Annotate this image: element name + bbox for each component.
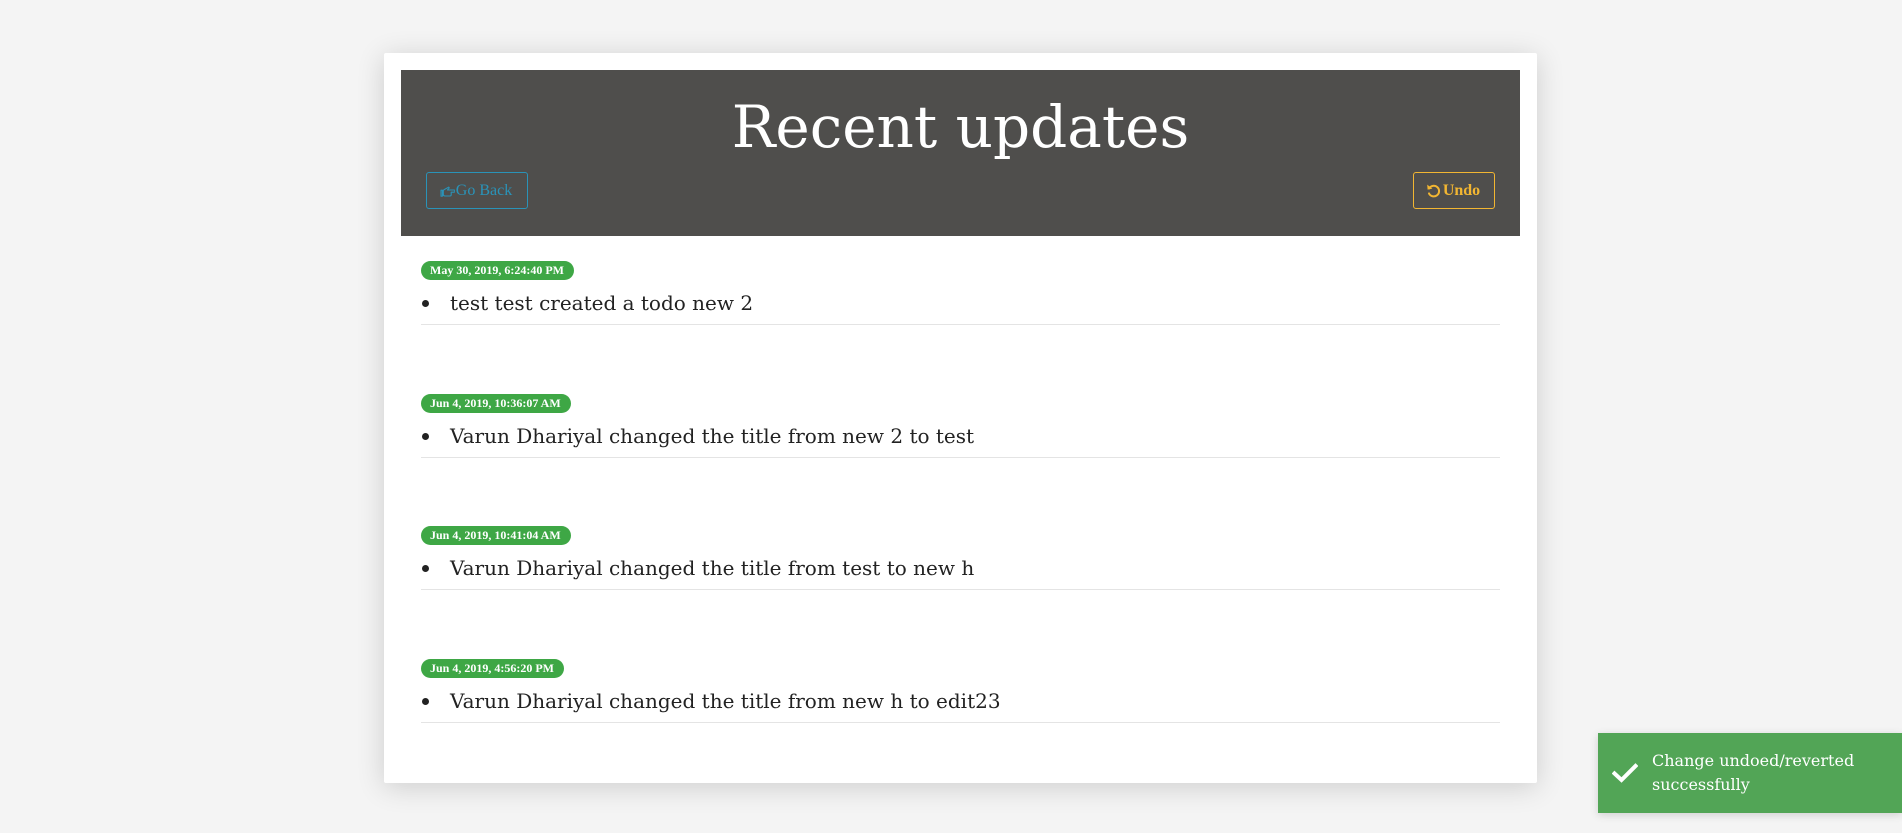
bullet-icon <box>422 432 429 440</box>
update-text: Varun Dhariyal changed the title from ne… <box>450 423 975 448</box>
update-entry: Jun 4, 2019, 10:36:07 AM Varun Dhariyal … <box>421 393 1500 527</box>
update-item: Varun Dhariyal changed the title from te… <box>421 555 974 581</box>
page-title: Recent updates <box>731 93 1190 161</box>
update-item: Varun Dhariyal changed the title from ne… <box>421 688 1001 714</box>
update-item: test test created a todo new 2 <box>421 290 753 316</box>
undo-icon <box>1426 183 1442 199</box>
update-bullet-list: Varun Dhariyal changed the title from ne… <box>421 423 974 449</box>
update-entry: May 30, 2019, 6:24:40 PM test test creat… <box>421 261 1500 394</box>
go-back-button[interactable]: Go Back <box>426 172 528 209</box>
timestamp-badge: May 30, 2019, 6:24:40 PM <box>421 261 574 280</box>
toast-message: Change undoed/reverted successfully <box>1652 751 1855 794</box>
updates-list: May 30, 2019, 6:24:40 PM test test creat… <box>421 261 1500 791</box>
update-text: Varun Dhariyal changed the title from ne… <box>450 688 1001 713</box>
divider <box>421 589 1500 590</box>
timestamp-badge: Jun 4, 2019, 4:56:20 PM <box>421 658 564 678</box>
update-item: Varun Dhariyal changed the title from ne… <box>421 423 974 449</box>
success-toast[interactable]: Change undoed/reverted successfully <box>1598 733 1902 813</box>
updates-card: Recent updates Go Back Undo May 30, 2019… <box>384 53 1537 783</box>
update-entry: Jun 4, 2019, 4:56:20 PM Varun Dhariyal c… <box>421 658 1500 792</box>
undo-button[interactable]: Undo <box>1413 172 1495 209</box>
hand-pointing-left-icon <box>440 184 455 198</box>
update-text: Varun Dhariyal changed the title from te… <box>450 556 975 580</box>
update-bullet-list: test test created a todo new 2 <box>421 290 753 316</box>
bullet-icon <box>422 565 429 572</box>
divider <box>421 456 1500 458</box>
timestamp-badge: Jun 4, 2019, 10:36:07 AM <box>421 393 571 413</box>
check-icon <box>1612 763 1646 783</box>
update-bullet-list: Varun Dhariyal changed the title from ne… <box>421 688 1001 714</box>
divider <box>421 721 1500 723</box>
go-back-label: Go Back <box>455 181 513 199</box>
divider <box>421 324 1500 325</box>
updates-header: Recent updates Go Back Undo <box>401 70 1520 236</box>
bullet-icon <box>422 300 429 307</box>
undo-label: Undo <box>1442 181 1481 199</box>
update-text: test test created a todo new 2 <box>450 291 754 315</box>
bullet-icon <box>422 697 429 705</box>
update-bullet-list: Varun Dhariyal changed the title from te… <box>421 555 974 581</box>
timestamp-badge: Jun 4, 2019, 10:41:04 AM <box>421 526 571 545</box>
update-entry: Jun 4, 2019, 10:41:04 AM Varun Dhariyal … <box>421 526 1500 659</box>
